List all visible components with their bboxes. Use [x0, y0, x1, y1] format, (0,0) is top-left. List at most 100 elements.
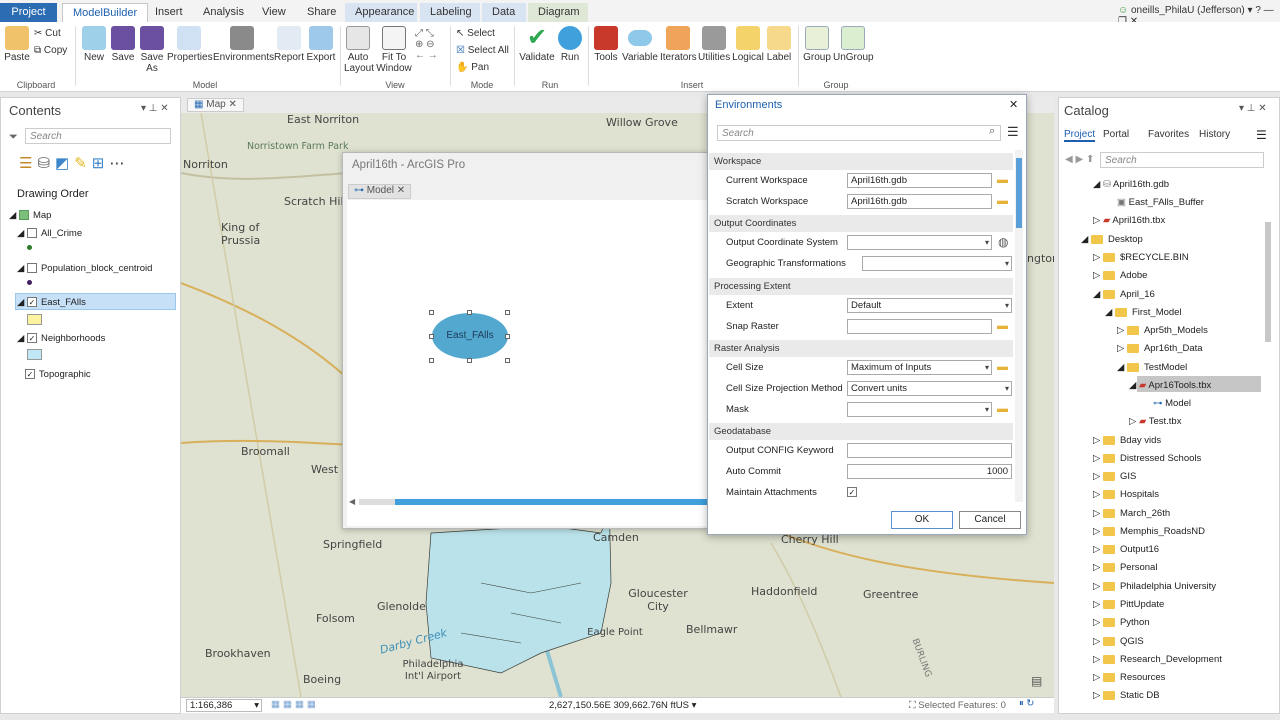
catalog-item[interactable]: ▷ March_26th [1093, 508, 1170, 519]
environments-button[interactable]: Environments [213, 26, 274, 63]
section-geodatabase[interactable]: Geodatabase [709, 423, 1013, 440]
tools-button[interactable]: Tools [592, 26, 620, 63]
selection-handle[interactable] [429, 358, 434, 363]
layer-checkbox[interactable] [26, 263, 37, 274]
geographic-transformations-select[interactable] [862, 256, 1012, 271]
folder-icon[interactable]: ▬ [997, 361, 1008, 373]
fit-to-window-button[interactable]: Fit To Window [376, 26, 412, 74]
catalog-item[interactable]: ▷ ▰ Test.tbx [1129, 416, 1181, 427]
selection-handle[interactable] [467, 358, 472, 363]
catalog-tab-history[interactable]: History [1199, 129, 1230, 140]
layer-checkbox[interactable] [26, 228, 37, 239]
catalog-tab-portal[interactable]: Portal [1103, 129, 1129, 140]
tab-modelbuilder[interactable]: ModelBuilder [62, 3, 149, 22]
maintain-attachments-checkbox[interactable]: ✓ [847, 486, 861, 498]
group-button[interactable]: Group [802, 26, 832, 63]
catalog-item[interactable]: ⊶ Model [1153, 398, 1191, 409]
output-coordinate-system-select[interactable] [847, 235, 992, 250]
catalog-item[interactable]: ▷ Research_Development [1093, 654, 1222, 665]
folder-icon[interactable]: ▬ [997, 195, 1008, 207]
pause-refresh-icon[interactable]: ⏸ ↻ [1019, 698, 1034, 709]
selection-handle[interactable] [467, 310, 472, 315]
scratch-workspace-field[interactable]: April16th.gdb [847, 194, 992, 209]
copy-button[interactable]: ⧉ Copy [34, 45, 67, 56]
selection-handle[interactable] [505, 310, 510, 315]
validate-button[interactable]: ✔ Validate [518, 26, 556, 64]
cell-size-projection-select[interactable]: Convert units [847, 381, 1012, 396]
output-config-keyword-field[interactable] [847, 443, 1012, 458]
tab-diagram[interactable]: Diagram [528, 3, 588, 22]
zoom-tools-icon[interactable]: ⤢ ⤡ ⊕ ⊖ ← → [415, 28, 438, 61]
vertical-scrollbar[interactable] [1265, 222, 1271, 342]
catalog-item[interactable]: ▷ Memphis_RoadsND [1093, 526, 1205, 537]
list-by-selection-icon[interactable]: ◩ [55, 155, 74, 172]
catalog-item[interactable]: ▷ Bday vids [1093, 435, 1161, 446]
mask-select[interactable] [847, 402, 992, 417]
save-as-button[interactable]: Save As [139, 26, 165, 74]
ok-button[interactable]: OK [891, 511, 953, 529]
menu-icon[interactable]: ☰ [1007, 124, 1019, 140]
nav-back-forward-icon[interactable]: ◀ ▶ ⬆ [1065, 154, 1094, 165]
tab-share[interactable]: Share [297, 3, 346, 22]
layer-east-falls[interactable]: ◢ ✓ East_FAlls [17, 297, 86, 308]
catalog-item[interactable]: ◢ April_16 [1093, 289, 1155, 300]
catalog-item[interactable]: ▷ Distressed Schools [1093, 453, 1201, 464]
layer-checkbox[interactable]: ✓ [26, 333, 37, 344]
scrollbar-thumb[interactable] [395, 499, 709, 505]
catalog-item[interactable]: ◢ Desktop [1081, 234, 1143, 245]
model-canvas[interactable]: East_FAlls ◀ [347, 200, 709, 526]
selection-handle[interactable] [429, 310, 434, 315]
layer-neighborhoods[interactable]: ◢ ✓ Neighborhoods [17, 333, 105, 344]
current-workspace-field[interactable]: April16th.gdb [847, 173, 992, 188]
ungroup-button[interactable]: UnGroup [833, 26, 874, 63]
catalog-item[interactable]: ▷ $RECYCLE.BIN [1093, 252, 1189, 263]
catalog-item[interactable]: ◢ TestModel [1117, 362, 1187, 373]
tab-project[interactable]: Project [0, 3, 57, 22]
contents-toolbar[interactable]: ☰⛁◩✎⊞⋯ [19, 154, 129, 172]
more-icon[interactable]: ⋯ [109, 155, 129, 172]
map-overview-icon[interactable]: ▤ [1031, 674, 1042, 688]
catalog-item-selected[interactable]: ◢ ▰ Apr16Tools.tbx [1129, 380, 1211, 391]
section-workspace[interactable]: Workspace [709, 153, 1013, 170]
vertical-scrollbar[interactable] [1015, 150, 1023, 502]
list-by-snapping-icon[interactable]: ⊞ [92, 155, 110, 172]
export-button[interactable]: Export [306, 26, 336, 63]
layer-checkbox[interactable]: ✓ [24, 369, 35, 380]
catalog-item[interactable]: ▷ PittUpdate [1093, 599, 1164, 610]
snap-raster-field[interactable] [847, 319, 992, 334]
tab-data[interactable]: Data [482, 3, 526, 22]
utilities-button[interactable]: Utilities [698, 26, 730, 63]
layer-topographic[interactable]: ✓ Topographic [17, 369, 91, 380]
catalog-item[interactable]: ▷ Apr16th_Data [1117, 343, 1203, 354]
filter-icon[interactable]: ⏷ [9, 131, 18, 144]
section-raster-analysis[interactable]: Raster Analysis [709, 340, 1013, 357]
catalog-item[interactable]: ▷ Hospitals [1093, 489, 1159, 500]
map-nav-tools-icon[interactable]: ▦▦▦▦ [271, 699, 319, 710]
scrollbar-thumb[interactable] [1016, 158, 1022, 228]
layer-all-crime[interactable]: ◢ All_Crime [17, 228, 82, 239]
cell-size-select[interactable]: Maximum of Inputs [847, 360, 992, 375]
auto-commit-field[interactable]: 1000 [847, 464, 1012, 479]
catalog-item[interactable]: ▷ QGIS [1093, 636, 1144, 647]
variable-button[interactable]: Variable [622, 26, 658, 63]
catalog-item[interactable]: ▷ Personal [1093, 562, 1157, 573]
tab-analysis[interactable]: Analysis [193, 3, 254, 22]
save-button[interactable]: Save [110, 26, 136, 63]
report-button[interactable]: Report [273, 26, 305, 63]
label-button[interactable]: Label [766, 26, 792, 63]
select-button[interactable]: ↖ Select [456, 28, 495, 39]
globe-icon[interactable]: ◍ [998, 235, 1008, 249]
section-output-coordinates[interactable]: Output Coordinates [709, 215, 1013, 232]
pane-controls[interactable]: ▾ ⊥ ✕ [141, 103, 169, 114]
selection-handle[interactable] [505, 334, 510, 339]
catalog-item[interactable]: ▣ East_FAlls_Buffer [1117, 197, 1204, 208]
catalog-item[interactable]: ▷ ▰ April16th.tbx [1093, 215, 1165, 226]
run-button[interactable]: Run [558, 26, 582, 63]
catalog-item[interactable]: ▷ Static DB [1093, 690, 1160, 701]
tab-insert[interactable]: Insert [145, 3, 193, 22]
cut-button[interactable]: ✂ Cut [34, 28, 61, 39]
map-tab[interactable]: ▦ Map ✕ [187, 98, 244, 112]
list-by-drawing-order-icon[interactable]: ☰ [19, 155, 37, 172]
selection-handle[interactable] [429, 334, 434, 339]
properties-button[interactable]: Properties [167, 26, 213, 63]
